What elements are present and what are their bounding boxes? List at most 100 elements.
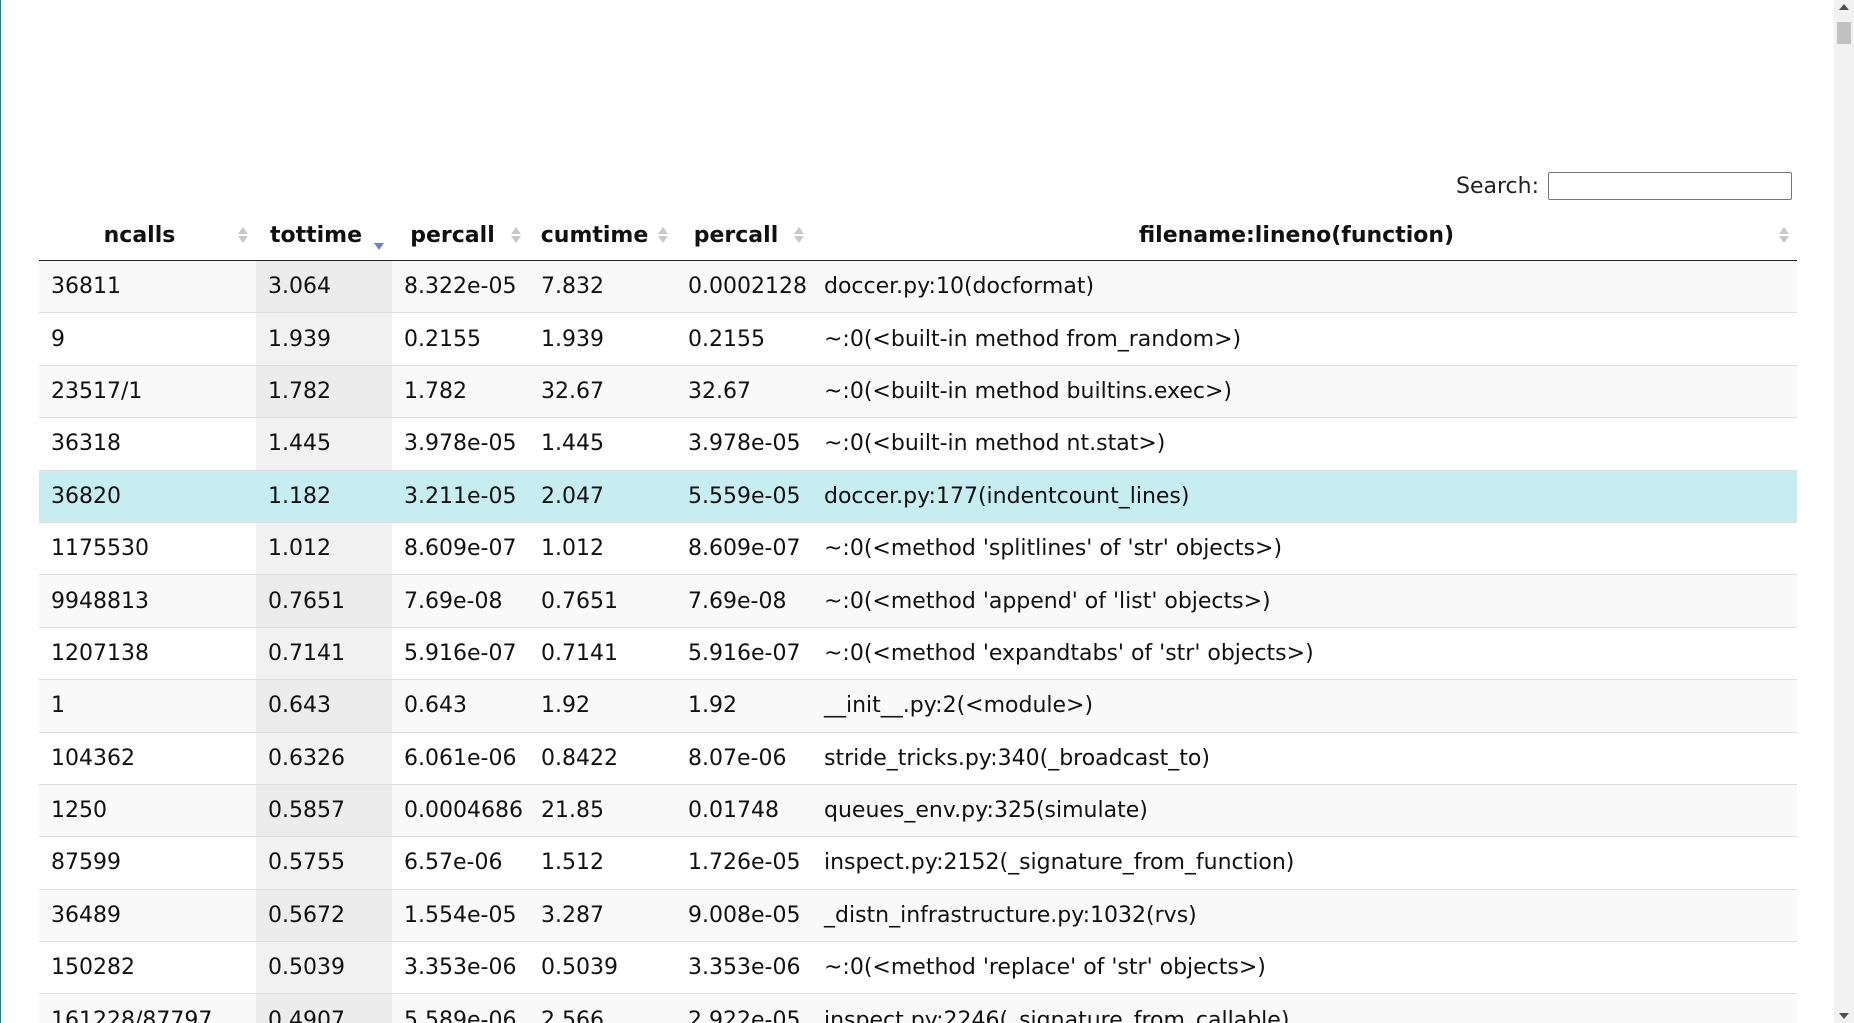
column-header-4[interactable]: percall xyxy=(676,210,812,261)
table-row[interactable]: 87599 0.5755 6.57e-06 1.512 1.726e-05 inspect… xyxy=(39,836,1797,890)
table-cell: 104362 xyxy=(39,731,256,785)
table-body: 36811 3.064 8.322e-05 7.832 0.0002128 doccer.… xyxy=(39,259,1797,1023)
table-cell: 36489 xyxy=(39,888,256,942)
table-cell: 0.5039 xyxy=(256,941,392,994)
table-cell: 3.353e-06 xyxy=(676,941,812,994)
table-cell: 1.012 xyxy=(256,521,392,575)
table-cell: 5.916e-07 xyxy=(676,626,812,680)
table-cell: ~:0(<built-in method builtins.exec>) xyxy=(812,364,1797,418)
table-cell: 1.182 xyxy=(256,469,392,523)
sort-both-icon xyxy=(658,227,668,243)
table-cell: 7.832 xyxy=(529,259,676,313)
table-cell: 8.07e-06 xyxy=(676,731,812,785)
column-header-1[interactable]: tottime xyxy=(256,210,392,261)
table-row[interactable]: 36489 0.5672 1.554e-05 3.287 9.008e-05 _distn… xyxy=(39,888,1797,942)
table-cell: 36318 xyxy=(39,417,256,471)
table-row[interactable]: 1175530 1.012 8.609e-07 1.012 8.609e-07 ~:0(<… xyxy=(39,521,1797,575)
table-row[interactable]: 36811 3.064 8.322e-05 7.832 0.0002128 doccer.… xyxy=(39,259,1797,313)
table-cell: 8.609e-07 xyxy=(676,521,812,575)
table-cell: inspect.py:2246(_signature_from_callable… xyxy=(812,993,1797,1023)
table-cell: 6.57e-06 xyxy=(392,836,529,890)
table-row[interactable]: 1207138 0.7141 5.916e-07 0.7141 5.916e-07 ~:0… xyxy=(39,626,1797,680)
table-cell: 5.916e-07 xyxy=(392,626,529,680)
table-cell: 0.7141 xyxy=(256,626,392,680)
table-cell: 0.5672 xyxy=(256,888,392,942)
table-cell: 5.559e-05 xyxy=(676,469,812,523)
table-cell: 36811 xyxy=(39,259,256,313)
scroll-up-arrow-icon[interactable] xyxy=(1839,4,1849,10)
table-cell: 3.287 xyxy=(529,888,676,942)
table-row[interactable]: 1 0.643 0.643 1.92 1.92 __init__.py:2(<module… xyxy=(39,679,1797,733)
table-cell: inspect.py:2152(_signature_from_function… xyxy=(812,836,1797,890)
table-row[interactable]: 161228/87797 0.4907 5.589e-06 2.566 2.922e-0… xyxy=(39,993,1797,1023)
column-header-label: percall xyxy=(693,222,779,248)
table-cell: 1.512 xyxy=(529,836,676,890)
table-row[interactable]: 36820 1.182 3.211e-05 2.047 5.559e-05 doccer.… xyxy=(39,469,1797,523)
column-header-5[interactable]: filename:lineno(function) xyxy=(812,210,1797,261)
search-input[interactable] xyxy=(1548,172,1792,200)
table-cell: 0.8422 xyxy=(529,731,676,785)
table-cell: 9.008e-05 xyxy=(676,888,812,942)
table-row[interactable]: 9 1.939 0.2155 1.939 0.2155 ~:0(<built-in met… xyxy=(39,312,1797,366)
table-cell: 0.5755 xyxy=(256,836,392,890)
column-header-label: tottime xyxy=(269,222,363,248)
table-cell: 87599 xyxy=(39,836,256,890)
table-cell: 3.353e-06 xyxy=(392,941,529,994)
table-cell: 0.7651 xyxy=(529,574,676,628)
sort-both-icon xyxy=(794,227,804,243)
table-cell: 0.0002128 xyxy=(676,259,812,313)
table-cell: 3.978e-05 xyxy=(676,417,812,471)
table-row[interactable]: 104362 0.6326 6.061e-06 0.8422 8.07e-06 strid… xyxy=(39,731,1797,785)
table-cell: 36820 xyxy=(39,469,256,523)
table-cell: queues_env.py:325(simulate) xyxy=(812,783,1797,837)
table-row[interactable]: 150282 0.5039 3.353e-06 0.5039 3.353e-06 ~:0(… xyxy=(39,941,1797,994)
table-cell: doccer.py:10(docformat) xyxy=(812,259,1797,313)
column-header-0[interactable]: ncalls xyxy=(39,210,256,261)
table-row[interactable]: 23517/1 1.782 1.782 32.67 32.67 ~:0(<built-in… xyxy=(39,364,1797,418)
page: Search: ncalls tottime percall cumtime perca… xyxy=(0,0,1854,1023)
table-cell: 3.978e-05 xyxy=(392,417,529,471)
scroll-down-arrow-icon[interactable] xyxy=(1839,1013,1849,1019)
table-cell: ~:0(<method 'replace' of 'str' objects>) xyxy=(812,941,1797,994)
table-cell: 0.2155 xyxy=(392,312,529,366)
table-cell: 3.064 xyxy=(256,259,392,313)
table-cell: 2.566 xyxy=(529,993,676,1023)
table-cell: 1175530 xyxy=(39,521,256,575)
column-header-3[interactable]: cumtime xyxy=(529,210,676,261)
table-cell: 0.01748 xyxy=(676,783,812,837)
sort-both-icon xyxy=(1779,227,1789,243)
search-label: Search: xyxy=(1456,173,1539,199)
profile-table-container: ncalls tottime percall cumtime percall filena… xyxy=(39,210,1797,1023)
column-header-2[interactable]: percall xyxy=(392,210,529,261)
table-cell: 1 xyxy=(39,679,256,733)
table-cell: 0.6326 xyxy=(256,731,392,785)
table-cell: 1.782 xyxy=(392,364,529,418)
scrollbar-thumb[interactable] xyxy=(1837,22,1851,44)
table-cell: 8.609e-07 xyxy=(392,521,529,575)
table-cell: 0.4907 xyxy=(256,993,392,1023)
table-cell: 23517/1 xyxy=(39,364,256,418)
column-header-label: percall xyxy=(410,222,495,248)
table-cell: 0.5039 xyxy=(529,941,676,994)
table-cell: 1.939 xyxy=(529,312,676,366)
table-cell: 1.92 xyxy=(676,679,812,733)
table-row[interactable]: 1250 0.5857 0.0004686 21.85 0.01748 queues_en… xyxy=(39,783,1797,837)
sort-both-icon xyxy=(511,227,521,243)
window-edge xyxy=(0,0,1,1023)
table-cell: 1.726e-05 xyxy=(676,836,812,890)
table-cell: 2.922e-05 xyxy=(676,993,812,1023)
column-header-label: cumtime xyxy=(540,222,649,248)
table-row[interactable]: 36318 1.445 3.978e-05 1.445 3.978e-05 ~:0(<bu… xyxy=(39,417,1797,471)
table-cell: ~:0(<method 'append' of 'list' objects>) xyxy=(812,574,1797,628)
table-cell: 21.85 xyxy=(529,783,676,837)
sort-desc-icon xyxy=(374,220,384,250)
table-cell: 1.939 xyxy=(256,312,392,366)
table-cell: stride_tricks.py:340(_broadcast_to) xyxy=(812,731,1797,785)
vertical-scrollbar[interactable] xyxy=(1834,0,1854,1023)
table-cell: 9 xyxy=(39,312,256,366)
table-cell: 7.69e-08 xyxy=(676,574,812,628)
table-cell: 0.7141 xyxy=(529,626,676,680)
table-cell: 1.782 xyxy=(256,364,392,418)
table-cell: 8.322e-05 xyxy=(392,259,529,313)
table-row[interactable]: 9948813 0.7651 7.69e-08 0.7651 7.69e-08 ~:0(<… xyxy=(39,574,1797,628)
